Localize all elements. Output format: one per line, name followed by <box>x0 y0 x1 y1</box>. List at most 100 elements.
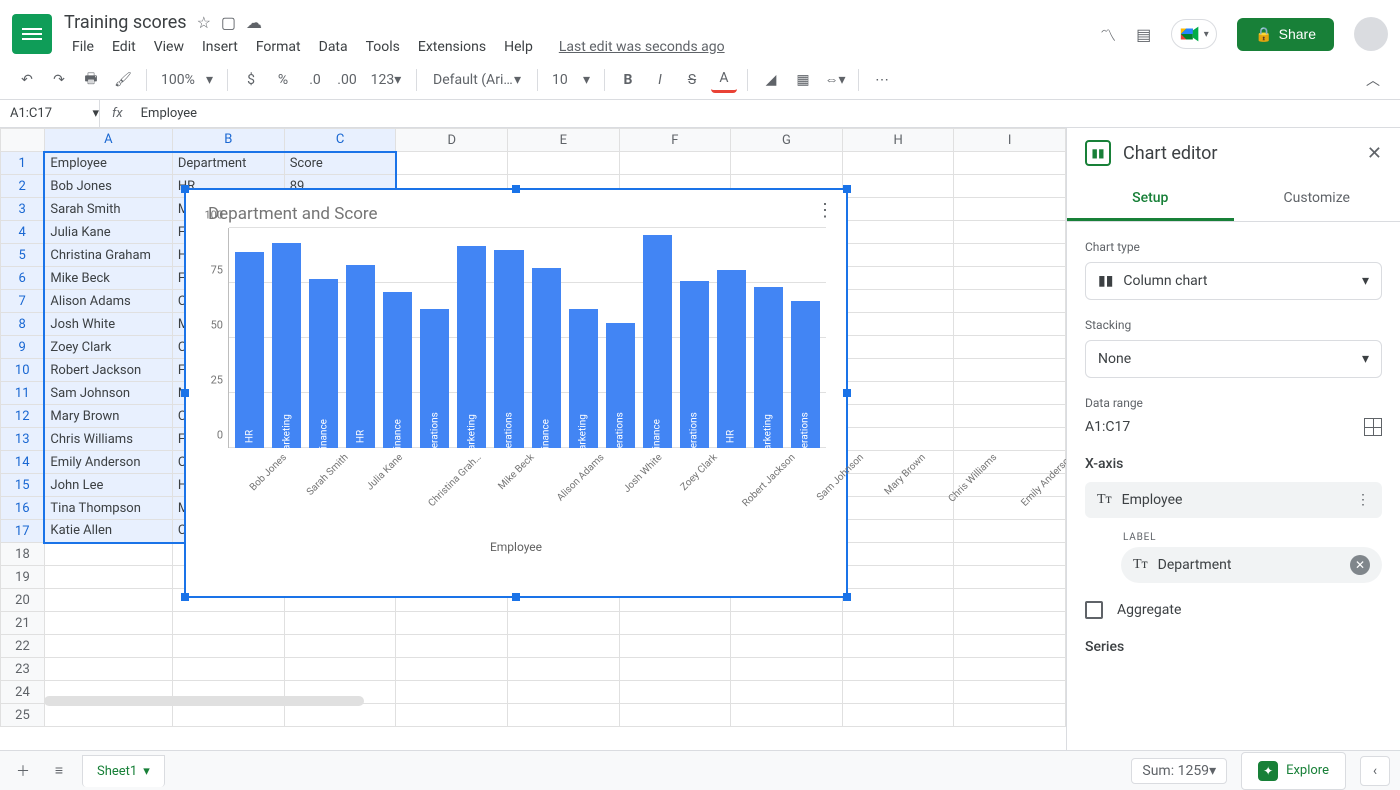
column-header[interactable]: G <box>731 129 843 152</box>
chart-bar[interactable]: Operations <box>494 250 523 448</box>
chart-bar[interactable]: Operations <box>791 301 820 448</box>
cell[interactable]: Employee <box>44 152 172 175</box>
column-header[interactable]: B <box>172 129 284 152</box>
cell[interactable] <box>842 566 954 589</box>
cell[interactable] <box>954 175 1066 198</box>
cell[interactable] <box>842 198 954 221</box>
embedded-chart[interactable]: ⋮ Department and Score 0255075100HRMarke… <box>184 188 848 598</box>
menu-file[interactable]: File <box>64 37 102 57</box>
quicksum-button[interactable]: Sum: 1259 ▾ <box>1131 758 1227 784</box>
row-header[interactable]: 12 <box>1 405 45 428</box>
name-box[interactable]: A1:C17▾ <box>0 100 100 127</box>
cell[interactable]: Julia Kane <box>44 221 172 244</box>
cell[interactable] <box>842 589 954 612</box>
tab-setup[interactable]: Setup <box>1067 178 1234 221</box>
row-header[interactable]: 9 <box>1 336 45 359</box>
cell[interactable] <box>842 658 954 681</box>
merge-button[interactable]: ⇔▾ <box>822 67 848 93</box>
currency-button[interactable]: $ <box>238 67 264 93</box>
all-sheets-button[interactable]: ≡ <box>46 758 72 784</box>
cell[interactable]: John Lee <box>44 474 172 497</box>
explore-button[interactable]: ✦ Explore <box>1241 752 1346 790</box>
menu-view[interactable]: View <box>146 37 192 57</box>
cell[interactable] <box>954 681 1066 704</box>
cell[interactable] <box>396 704 508 727</box>
chart-bar[interactable]: Finance <box>643 235 672 448</box>
cell[interactable]: Sam Johnson <box>44 382 172 405</box>
cell[interactable] <box>284 635 396 658</box>
x-axis-menu-icon[interactable]: ⋮ <box>1356 492 1370 508</box>
bold-button[interactable]: B <box>615 67 641 93</box>
column-header[interactable]: C <box>284 129 396 152</box>
cell[interactable] <box>842 359 954 382</box>
chart-bar[interactable]: Finance <box>309 279 338 448</box>
chart-bar[interactable]: Finance <box>383 292 412 448</box>
cell[interactable] <box>842 244 954 267</box>
row-header[interactable]: 6 <box>1 267 45 290</box>
menu-help[interactable]: Help <box>496 37 541 57</box>
cell[interactable]: Bob Jones <box>44 175 172 198</box>
cell[interactable] <box>842 290 954 313</box>
chart-bar[interactable]: Marketing <box>457 246 486 448</box>
remove-label-button[interactable]: ✕ <box>1350 555 1370 575</box>
text-color-button[interactable]: A <box>711 67 737 93</box>
cell[interactable] <box>508 612 620 635</box>
row-header[interactable]: 5 <box>1 244 45 267</box>
cell[interactable] <box>731 704 843 727</box>
cell[interactable] <box>954 359 1066 382</box>
zoom-select[interactable]: 100%▾ <box>157 67 217 93</box>
cell[interactable] <box>172 635 284 658</box>
column-header[interactable]: A <box>44 129 172 152</box>
chart-bar[interactable]: Marketing <box>754 287 783 448</box>
cell[interactable]: Zoey Clark <box>44 336 172 359</box>
cell[interactable]: Josh White <box>44 313 172 336</box>
row-header[interactable]: 2 <box>1 175 45 198</box>
row-header[interactable]: 16 <box>1 497 45 520</box>
menu-data[interactable]: Data <box>311 37 356 57</box>
cell[interactable]: Emily Anderson <box>44 451 172 474</box>
cell[interactable] <box>508 635 620 658</box>
paint-format-button[interactable]: 🖌 <box>110 67 136 93</box>
cell[interactable] <box>954 589 1066 612</box>
cloud-status-icon[interactable]: ☁ <box>246 13 262 32</box>
collapse-toolbar-button[interactable]: ︿ <box>1360 67 1386 93</box>
cell[interactable] <box>842 635 954 658</box>
more-toolbar-button[interactable]: ⋯ <box>869 67 895 93</box>
chart-bar[interactable]: Finance <box>532 268 561 448</box>
row-header[interactable]: 13 <box>1 428 45 451</box>
chart-bar[interactable]: Operations <box>680 281 709 448</box>
chart-bar[interactable]: HR <box>346 265 375 448</box>
redo-button[interactable]: ↷ <box>46 67 72 93</box>
sheets-logo-icon[interactable] <box>12 14 52 54</box>
cell[interactable] <box>44 704 172 727</box>
close-sidebar-button[interactable]: ✕ <box>1367 143 1382 164</box>
row-header[interactable]: 3 <box>1 198 45 221</box>
row-header[interactable]: 20 <box>1 589 45 612</box>
cell[interactable] <box>842 382 954 405</box>
row-header[interactable]: 22 <box>1 635 45 658</box>
account-avatar[interactable] <box>1354 17 1388 51</box>
column-header[interactable]: I <box>954 129 1066 152</box>
move-icon[interactable]: ▢ <box>221 13 236 32</box>
cell[interactable] <box>284 658 396 681</box>
cell[interactable] <box>284 704 396 727</box>
cell[interactable]: Christina Graham <box>44 244 172 267</box>
cell[interactable] <box>172 658 284 681</box>
cell[interactable] <box>954 313 1066 336</box>
cell[interactable] <box>44 612 172 635</box>
menu-tools[interactable]: Tools <box>358 37 408 57</box>
font-select[interactable]: Default (Ari…▾ <box>427 67 527 93</box>
cell[interactable] <box>842 152 954 175</box>
row-header[interactable]: 1 <box>1 152 45 175</box>
cell[interactable] <box>954 221 1066 244</box>
activity-icon[interactable]: 〽 <box>1100 22 1116 46</box>
cell[interactable] <box>508 681 620 704</box>
cell[interactable] <box>396 152 508 175</box>
cell[interactable] <box>508 704 620 727</box>
cell[interactable] <box>731 658 843 681</box>
row-header[interactable]: 15 <box>1 474 45 497</box>
data-range-value[interactable]: A1:C17 <box>1085 419 1130 435</box>
cell[interactable] <box>954 152 1066 175</box>
row-header[interactable]: 8 <box>1 313 45 336</box>
cell[interactable] <box>954 336 1066 359</box>
